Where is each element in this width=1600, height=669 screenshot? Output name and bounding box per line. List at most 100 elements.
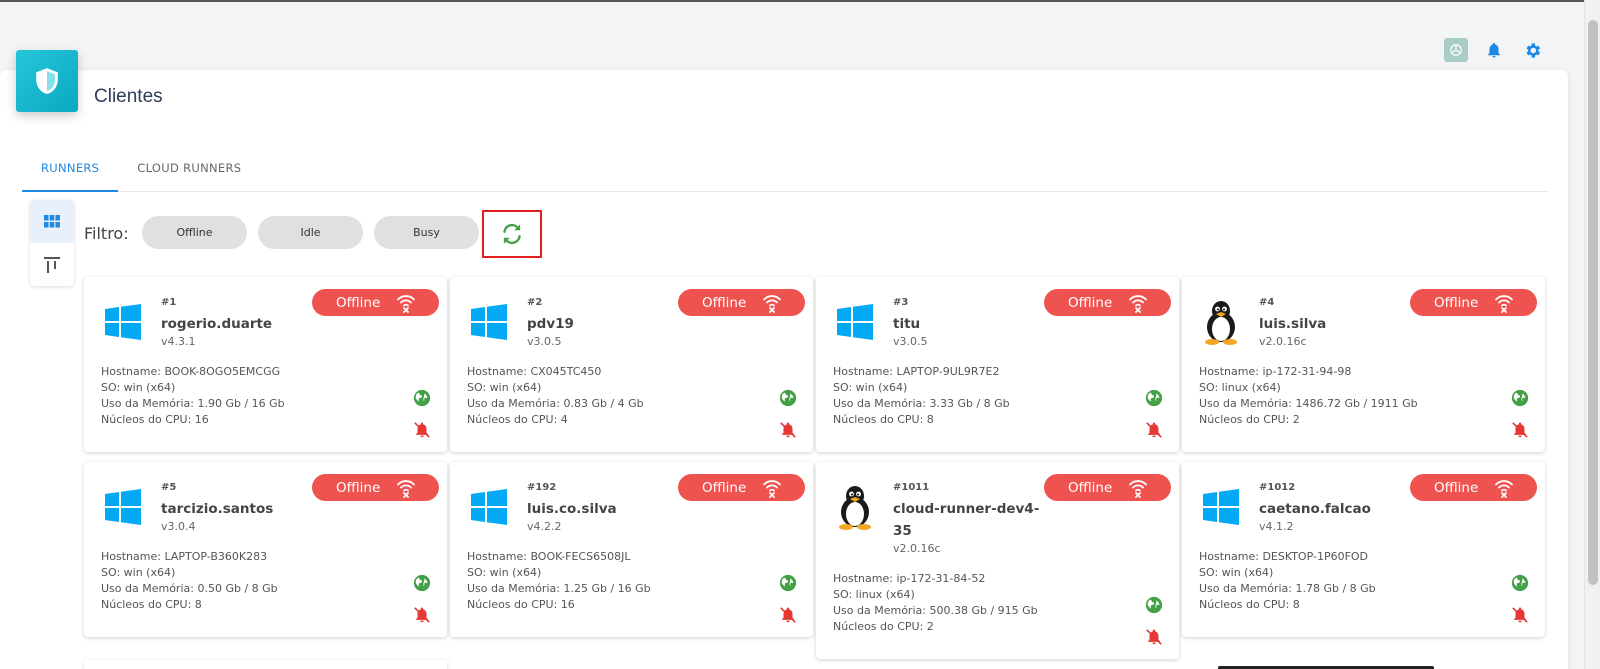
memory-text: Uso da Memória: 1.25 Gb / 16 Gb: [467, 582, 651, 595]
bell-off-icon[interactable]: [779, 606, 797, 624]
status-label: Offline: [1434, 479, 1479, 496]
wifi-off-icon: [1495, 479, 1514, 498]
chatgpt-icon[interactable]: [1444, 38, 1468, 62]
bell-off-icon[interactable]: [413, 421, 431, 439]
runner-name: rogerio.duarte: [161, 316, 273, 332]
globe-icon[interactable]: [1145, 596, 1163, 614]
gear-icon[interactable]: [1520, 38, 1544, 62]
runner-card[interactable]: #1011 cloud-runner-dev4-35 v2.0.16c Offl…: [816, 462, 1179, 659]
page-scrollbar[interactable]: [1584, 0, 1600, 669]
bell-off-icon[interactable]: [1511, 421, 1529, 439]
runner-card[interactable]: #1 rogerio.duarte v4.3.1 Offline Hostnam…: [84, 277, 447, 452]
hostname-text: Hostname: BOOK-8OGO5EMCGG: [101, 365, 281, 378]
tab-runners[interactable]: RUNNERS: [22, 148, 119, 192]
column-view-button[interactable]: [30, 243, 74, 286]
status-badge: Offline: [1410, 474, 1537, 501]
bell-off-icon[interactable]: [1145, 628, 1163, 646]
filter-chip-busy[interactable]: Busy: [374, 216, 479, 249]
tab-bar: RUNNERS CLOUD RUNNERS: [22, 148, 1548, 192]
runner-version: v4.3.1: [161, 335, 196, 348]
globe-icon[interactable]: [1511, 389, 1529, 407]
wifi-off-icon: [397, 294, 416, 313]
linux-tux-icon: [1200, 299, 1242, 345]
runner-name: luis.co.silva: [527, 501, 617, 517]
windows-icon: [1200, 484, 1242, 530]
refresh-button[interactable]: [482, 210, 542, 258]
runner-version: v2.0.16c: [1259, 335, 1307, 348]
page-title: Clientes: [94, 86, 163, 107]
runner-card[interactable]: #4 luis.silva v2.0.16c Offline Hostname:…: [1182, 277, 1545, 452]
status-badge: Offline: [678, 474, 805, 501]
memory-text: Uso da Memória: 1.90 Gb / 16 Gb: [101, 397, 285, 410]
wifi-off-icon: [397, 479, 416, 498]
runner-info: Hostname: LAPTOP-9UL9R7E2 SO: win (x64) …: [833, 364, 1010, 428]
globe-icon[interactable]: [779, 574, 797, 592]
globe-icon[interactable]: [1511, 574, 1529, 592]
status-label: Offline: [1068, 294, 1113, 311]
runner-id: #4: [1259, 297, 1275, 308]
grid-icon: [44, 215, 60, 228]
refresh-icon: [503, 223, 521, 245]
cpu-text: Núcleos do CPU: 2: [833, 620, 934, 633]
status-label: Offline: [1068, 479, 1113, 496]
runner-card[interactable]: #2 pdv19 v3.0.5 Offline Hostname: CX045T…: [450, 277, 813, 452]
windows-icon: [468, 484, 510, 530]
wifi-off-icon: [1129, 479, 1148, 498]
scrollbar-thumb[interactable]: [1588, 20, 1598, 585]
bell-off-icon[interactable]: [1145, 421, 1163, 439]
status-badge: Offline: [678, 289, 805, 316]
filter-label: Filtro:: [84, 224, 129, 243]
align-top-icon: [44, 256, 60, 273]
globe-icon[interactable]: [413, 389, 431, 407]
runner-id: #2: [527, 297, 543, 308]
runner-card[interactable]: #192 luis.co.silva v4.2.2 Offline Hostna…: [450, 462, 813, 637]
bell-off-icon[interactable]: [413, 606, 431, 624]
runner-name: titu: [893, 316, 921, 332]
runner-info: Hostname: CX045TC450 SO: win (x64) Uso d…: [467, 364, 644, 428]
os-text: SO: win (x64): [467, 381, 542, 394]
runner-card-partial[interactable]: [84, 660, 447, 669]
hostname-text: Hostname: ip-172-31-84-52: [833, 572, 986, 585]
runner-name: cloud-runner-dev4-35: [893, 501, 1040, 539]
runner-name: pdv19: [527, 316, 574, 332]
cpu-text: Núcleos do CPU: 8: [1199, 598, 1300, 611]
memory-text: Uso da Memória: 3.33 Gb / 8 Gb: [833, 397, 1010, 410]
bell-icon[interactable]: [1482, 38, 1506, 62]
status-badge: Offline: [1410, 289, 1537, 316]
runner-info: Hostname: BOOK-8OGO5EMCGG SO: win (x64) …: [101, 364, 285, 428]
cpu-text: Núcleos do CPU: 16: [101, 413, 209, 426]
wifi-off-icon: [763, 479, 782, 498]
memory-text: Uso da Memória: 1.78 Gb / 8 Gb: [1199, 582, 1376, 595]
os-text: SO: win (x64): [101, 381, 176, 394]
shield-icon: [16, 50, 78, 112]
grid-view-button[interactable]: [30, 200, 74, 243]
runner-card[interactable]: #3 titu v3.0.5 Offline Hostname: LAPTOP-…: [816, 277, 1179, 452]
bell-off-icon[interactable]: [1511, 606, 1529, 624]
runner-id: #1: [161, 297, 177, 308]
wifi-off-icon: [763, 294, 782, 313]
os-text: SO: linux (x64): [1199, 381, 1281, 394]
globe-icon[interactable]: [413, 574, 431, 592]
runner-name: caetano.falcao: [1259, 501, 1371, 517]
runner-card[interactable]: #5 tarcizio.santos v3.0.4 Offline Hostna…: [84, 462, 447, 637]
status-label: Offline: [336, 479, 381, 496]
bell-off-icon[interactable]: [779, 421, 797, 439]
window-top-border: [0, 0, 1600, 2]
globe-icon[interactable]: [779, 389, 797, 407]
runner-card[interactable]: #1012 caetano.falcao v4.1.2 Offline Host…: [1182, 462, 1545, 637]
hostname-text: Hostname: LAPTOP-B360K283: [101, 550, 268, 563]
runner-info: Hostname: ip-172-31-94-98 SO: linux (x64…: [1199, 364, 1418, 428]
filter-chip-offline[interactable]: Offline: [142, 216, 247, 249]
tab-cloud-runners[interactable]: CLOUD RUNNERS: [118, 148, 260, 192]
runner-name: luis.silva: [1259, 316, 1327, 332]
globe-icon[interactable]: [1145, 389, 1163, 407]
view-toggle: [30, 200, 74, 286]
linux-tux-icon: [834, 484, 876, 530]
status-label: Offline: [702, 294, 747, 311]
hostname-text: Hostname: DESKTOP-1P60FOD: [1199, 550, 1369, 563]
hostname-text: Hostname: ip-172-31-94-98: [1199, 365, 1352, 378]
filter-chip-idle[interactable]: Idle: [258, 216, 363, 249]
runner-id: #192: [527, 482, 557, 493]
runner-version: v4.2.2: [527, 520, 562, 533]
runner-info: Hostname: DESKTOP-1P60FOD SO: win (x64) …: [1199, 549, 1376, 613]
